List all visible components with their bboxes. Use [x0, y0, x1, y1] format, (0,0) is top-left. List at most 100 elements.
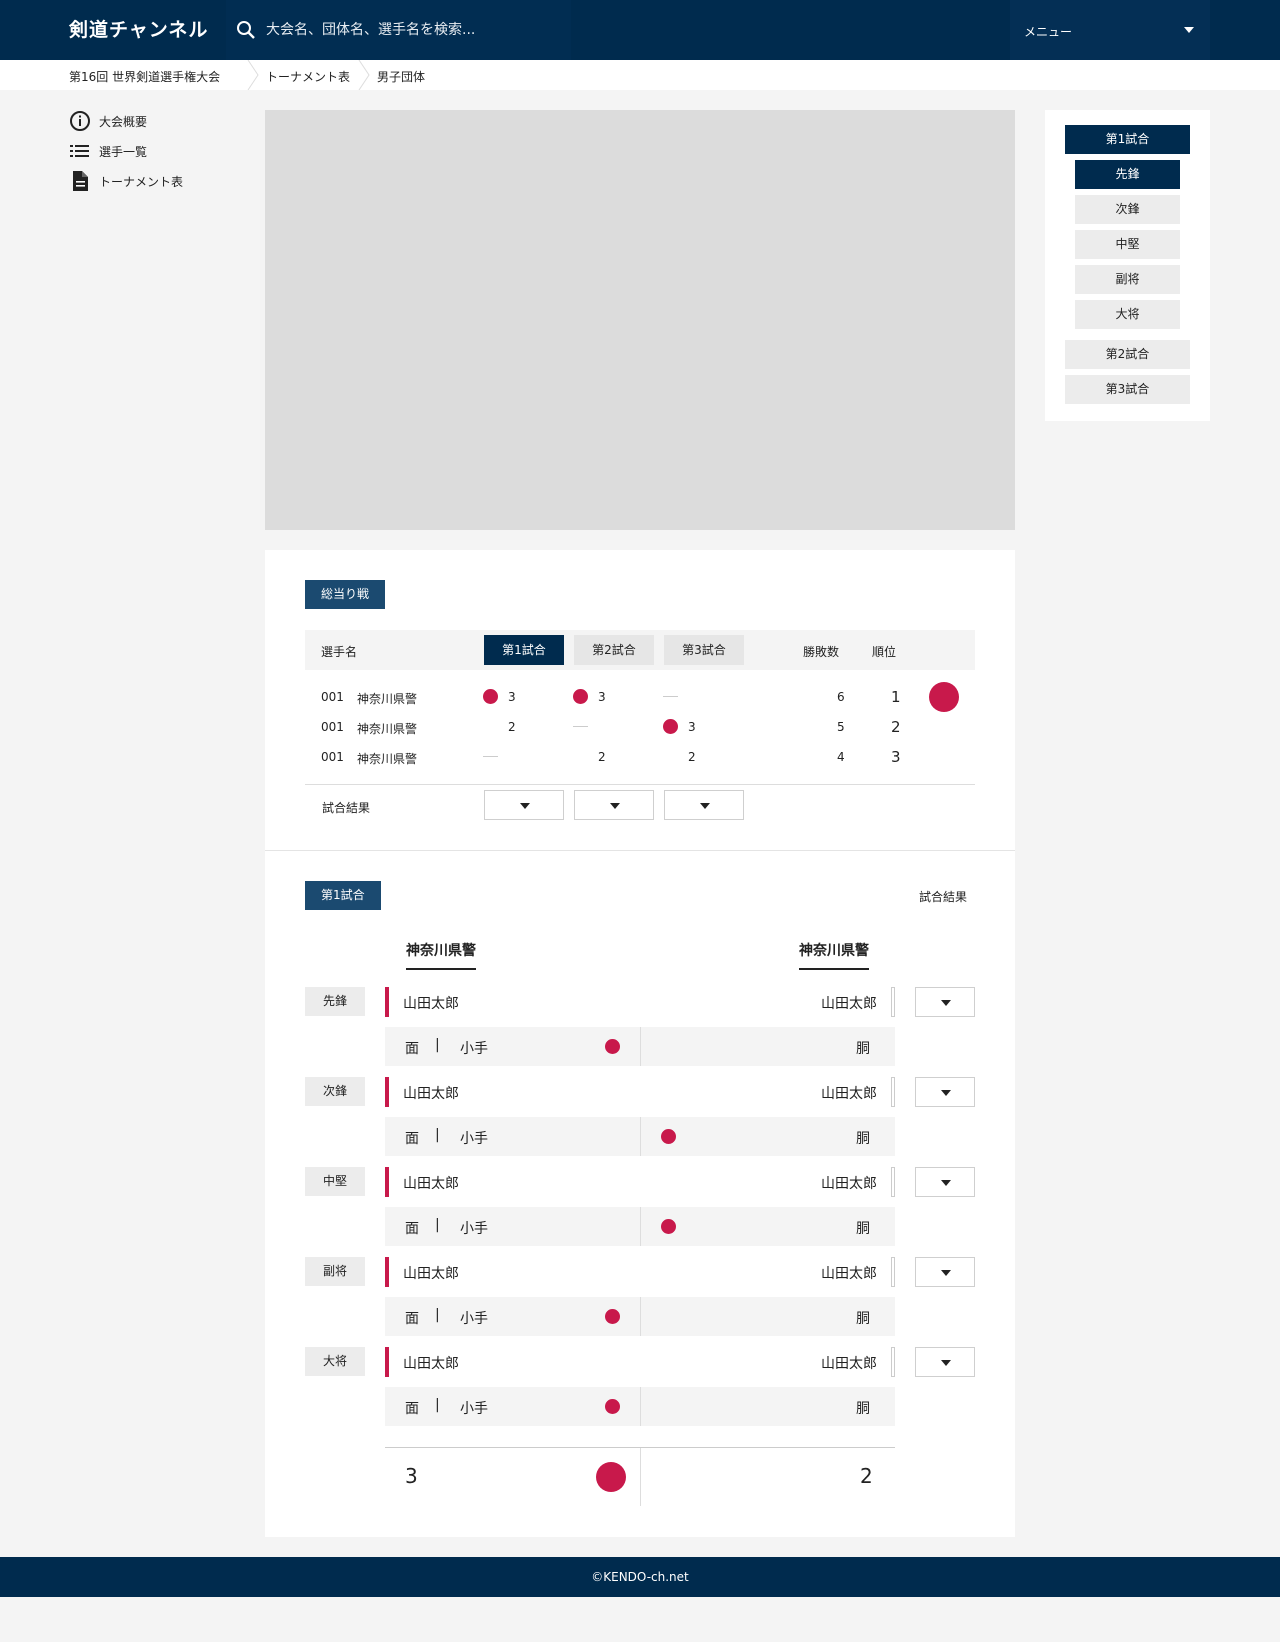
breadcrumb-separator-icon: [247, 60, 259, 90]
tab-match-2[interactable]: 第2試合: [574, 635, 654, 665]
team-right: 神奈川県警: [799, 940, 869, 970]
main-panel: 総当り戦 選手名 第1試合 第2試合 第3試合 勝敗数 順位 001 神奈川県警…: [265, 550, 1015, 1537]
nav-position-3[interactable]: 中堅: [1075, 230, 1180, 259]
site-logo[interactable]: 剣道チャンネル: [69, 15, 208, 42]
position-label: 大将: [305, 1347, 365, 1376]
caret-down-icon: [941, 1270, 951, 1276]
row-rank: 2: [891, 718, 901, 736]
row-m2: 3: [598, 690, 606, 704]
row-m3: 3: [688, 720, 696, 734]
player-right: 山田太郎: [821, 1356, 877, 1372]
waza-2: 小手: [460, 1311, 488, 1327]
divider: [640, 1117, 641, 1156]
dash-icon: [573, 726, 588, 727]
row-team: 神奈川県警: [357, 722, 418, 736]
player-right: 山田太郎: [821, 1086, 877, 1102]
bout-dropdown[interactable]: [915, 1167, 975, 1197]
winner-dot-icon: [929, 682, 959, 712]
position-label: 副将: [305, 1257, 365, 1286]
sidebar-item-label: 大会概要: [99, 115, 148, 129]
bout-dropdown[interactable]: [915, 1077, 975, 1107]
nav-match-3[interactable]: 第3試合: [1065, 375, 1190, 404]
search-icon: [237, 21, 255, 39]
right-indicator: [891, 1257, 895, 1287]
dash-icon: [663, 696, 678, 697]
match-result-link[interactable]: 試合結果: [919, 888, 967, 905]
row-wins: 4: [837, 750, 845, 764]
bout-dropdown[interactable]: [915, 1257, 975, 1287]
divider: [640, 1297, 641, 1336]
bout-players: 山田太郎 山田太郎: [385, 1347, 895, 1377]
info-icon: [70, 111, 90, 131]
nav-match-2[interactable]: 第2試合: [1065, 340, 1190, 369]
divider: [640, 1207, 641, 1246]
nav-position-2[interactable]: 次鋒: [1075, 195, 1180, 224]
waza-2: 小手: [460, 1041, 488, 1057]
result-dropdown-2[interactable]: [574, 790, 654, 820]
breadcrumb-item-bracket[interactable]: トーナメント表: [266, 68, 350, 85]
caret-down-icon: [520, 803, 530, 809]
player-left: 山田太郎: [403, 996, 459, 1012]
round-robin-header: 選手名 第1試合 第2試合 第3試合 勝敗数 順位: [305, 630, 975, 670]
row-team: 神奈川県警: [357, 752, 418, 766]
match-navigator: 第1試合 先鋒 次鋒 中堅 副将 大将 第2試合 第3試合: [1045, 110, 1210, 421]
result-dropdown-1[interactable]: [484, 790, 564, 820]
nav-position-1[interactable]: 先鋒: [1075, 160, 1180, 189]
bout-players: 山田太郎 山田太郎: [385, 987, 895, 1017]
caret-down-icon: [941, 1000, 951, 1006]
section-divider: [265, 850, 1015, 851]
caret-down-icon: [700, 803, 710, 809]
table-row: 001 神奈川県警 3 3 6 1: [305, 682, 975, 712]
bout-dropdown[interactable]: [915, 1347, 975, 1377]
win-dot-icon: [483, 689, 498, 704]
caret-down-icon: [941, 1090, 951, 1096]
divider: [640, 1027, 641, 1066]
waza-sep: |: [435, 1127, 440, 1143]
sidebar-item-label: 選手一覧: [99, 145, 148, 159]
tab-match-3[interactable]: 第3試合: [664, 635, 744, 665]
menu-label: メニュー: [1024, 25, 1073, 39]
breadcrumb-item-category: 男子団体: [377, 70, 426, 84]
dash-icon: [483, 756, 498, 757]
search-bar[interactable]: [226, 0, 571, 60]
tab-match-1[interactable]: 第1試合: [484, 635, 564, 665]
round-robin-tag: 総当り戦: [305, 580, 386, 609]
header-wins: 勝敗数: [803, 645, 840, 659]
team-left: 神奈川県警: [406, 940, 476, 970]
score-left: 3: [405, 1464, 418, 1488]
row-m2: 2: [598, 750, 606, 764]
waza-2: 小手: [460, 1401, 488, 1417]
chevron-down-icon: [1184, 27, 1194, 33]
position-label: 次鋒: [305, 1077, 365, 1106]
caret-down-icon: [941, 1360, 951, 1366]
player-left: 山田太郎: [403, 1086, 459, 1102]
search-input[interactable]: [266, 0, 566, 60]
row-m1: 3: [508, 690, 516, 704]
row-rank: 3: [891, 748, 901, 766]
nav-position-4[interactable]: 副将: [1075, 265, 1180, 294]
table-row: 001 神奈川県警 2 3 5 2: [305, 712, 975, 742]
result-dropdown-3[interactable]: [664, 790, 744, 820]
row-m1: 2: [508, 720, 516, 734]
row-no: 001: [321, 720, 344, 734]
row-wins: 6: [837, 690, 845, 704]
video-player[interactable]: [265, 110, 1015, 530]
nav-match-1[interactable]: 第1試合: [1065, 125, 1190, 154]
win-dot-icon: [663, 719, 678, 734]
waza-sep: |: [435, 1217, 440, 1233]
player-left: 山田太郎: [403, 1356, 459, 1372]
win-dot-icon: [661, 1219, 676, 1234]
waza-right: 胴: [856, 1221, 870, 1237]
menu-dropdown[interactable]: メニュー: [1010, 0, 1210, 60]
row-no: 001: [321, 690, 344, 704]
bout-dropdown[interactable]: [915, 987, 975, 1017]
waza-1: 面: [405, 1311, 419, 1327]
waza-2: 小手: [460, 1221, 488, 1237]
bout-waza: 面 | 小手 胴: [385, 1297, 895, 1336]
win-dot-icon: [605, 1039, 620, 1054]
player-left: 山田太郎: [403, 1266, 459, 1282]
caret-down-icon: [610, 803, 620, 809]
nav-position-5[interactable]: 大将: [1075, 300, 1180, 329]
waza-sep: |: [435, 1307, 440, 1323]
breadcrumb-item-tournament[interactable]: 第16回 世界剣道選手権大会: [69, 68, 220, 85]
